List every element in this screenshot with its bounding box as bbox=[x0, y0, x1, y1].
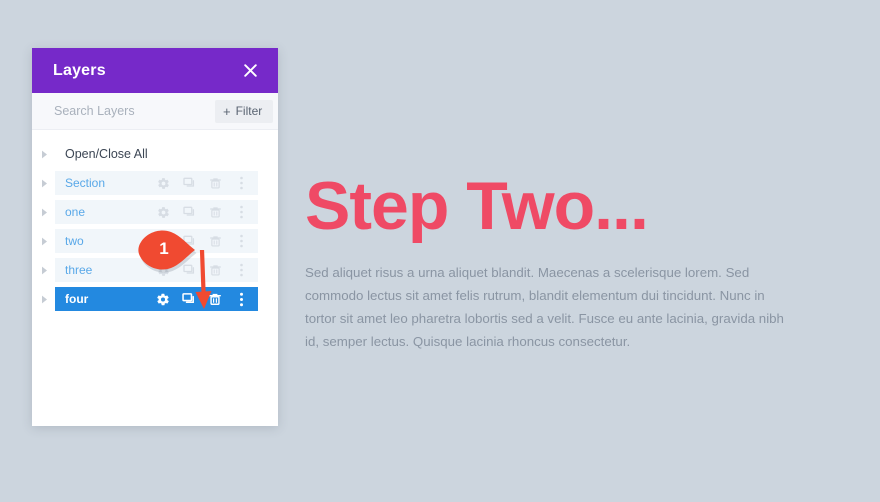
layers-tree: Open/Close All Section one two three fou… bbox=[32, 130, 278, 426]
layer-label: two bbox=[65, 234, 84, 248]
search-bar: + Filter bbox=[32, 93, 278, 130]
chevron-right-icon[interactable] bbox=[34, 266, 55, 275]
layer-label: three bbox=[65, 263, 93, 277]
layer-label: one bbox=[65, 205, 86, 219]
trash-icon[interactable] bbox=[208, 176, 222, 190]
layer-label: Section bbox=[65, 176, 106, 190]
filter-button-label: Filter bbox=[235, 104, 263, 118]
search-input[interactable] bbox=[54, 104, 215, 118]
filter-button[interactable]: + Filter bbox=[215, 99, 274, 123]
more-options-icon[interactable] bbox=[234, 292, 248, 306]
settings-gear-icon[interactable] bbox=[156, 234, 170, 248]
open-close-all-main[interactable]: Open/Close All bbox=[55, 142, 278, 166]
duplicate-icon[interactable] bbox=[182, 292, 196, 306]
more-options-icon[interactable] bbox=[234, 205, 248, 219]
content-area: Step Two... Sed aliquet risus a urna ali… bbox=[305, 168, 805, 353]
more-options-icon[interactable] bbox=[234, 263, 248, 277]
layers-panel: Layers + Filter Open/Close All bbox=[32, 48, 278, 426]
trash-icon[interactable] bbox=[208, 234, 222, 248]
duplicate-icon[interactable] bbox=[182, 205, 196, 219]
settings-gear-icon[interactable] bbox=[156, 176, 170, 190]
chevron-right-icon[interactable] bbox=[34, 295, 55, 304]
layer-row-one[interactable]: one bbox=[32, 200, 278, 224]
settings-gear-icon[interactable] bbox=[156, 205, 170, 219]
more-options-icon[interactable] bbox=[234, 176, 248, 190]
duplicate-icon[interactable] bbox=[182, 176, 196, 190]
chevron-right-icon[interactable] bbox=[34, 179, 55, 188]
settings-gear-icon[interactable] bbox=[156, 292, 170, 306]
more-options-icon[interactable] bbox=[234, 234, 248, 248]
table-row[interactable]: four bbox=[55, 287, 258, 311]
duplicate-icon[interactable] bbox=[182, 234, 196, 248]
layer-row-four[interactable]: four bbox=[32, 287, 278, 311]
close-icon[interactable] bbox=[240, 61, 260, 81]
layers-panel-header: Layers bbox=[32, 48, 278, 93]
content-heading: Step Two... bbox=[305, 168, 649, 244]
layer-label: four bbox=[65, 292, 89, 306]
open-close-all-row[interactable]: Open/Close All bbox=[32, 142, 278, 166]
table-row[interactable]: two bbox=[55, 229, 258, 253]
row-icons bbox=[156, 263, 250, 277]
row-icons bbox=[156, 234, 250, 248]
table-row[interactable]: one bbox=[55, 200, 258, 224]
chevron-right-icon[interactable] bbox=[34, 208, 55, 217]
trash-icon[interactable] bbox=[208, 205, 222, 219]
page-title: Layers bbox=[53, 61, 106, 79]
chevron-right-icon[interactable] bbox=[34, 237, 55, 246]
layer-row-section[interactable]: Section bbox=[32, 171, 278, 195]
table-row[interactable]: Section bbox=[55, 171, 258, 195]
row-icons bbox=[156, 176, 250, 190]
open-close-all-label: Open/Close All bbox=[65, 147, 148, 161]
table-row[interactable]: three bbox=[55, 258, 258, 282]
trash-icon[interactable] bbox=[208, 263, 222, 277]
settings-gear-icon[interactable] bbox=[156, 263, 170, 277]
duplicate-icon[interactable] bbox=[182, 263, 196, 277]
row-icons bbox=[156, 292, 250, 306]
trash-icon[interactable] bbox=[208, 292, 222, 306]
content-paragraph: Sed aliquet risus a urna aliquet blandit… bbox=[305, 265, 784, 350]
plus-icon: + bbox=[223, 103, 231, 119]
chevron-right-icon[interactable] bbox=[34, 150, 55, 159]
layer-row-three[interactable]: three bbox=[32, 258, 278, 282]
layer-row-two[interactable]: two bbox=[32, 229, 278, 253]
row-icons bbox=[156, 205, 250, 219]
